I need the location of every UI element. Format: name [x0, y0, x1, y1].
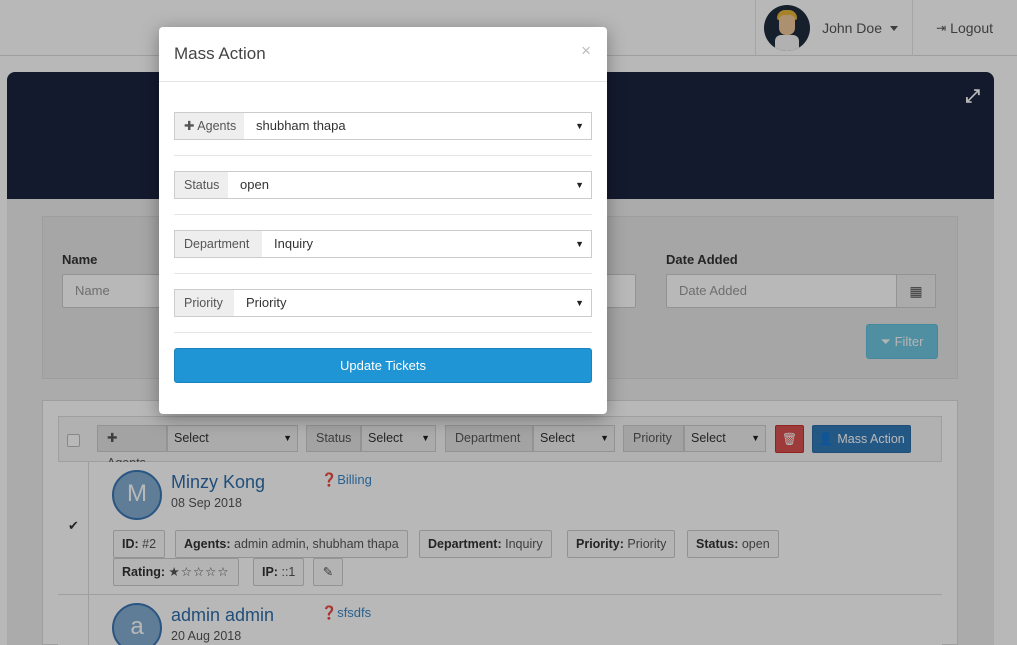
dropdown-arrow-icon: ▼: [575, 298, 584, 308]
dropdown-arrow-icon: ▼: [575, 239, 584, 249]
modal-agents-addon: ✚ Agents: [174, 112, 245, 140]
divider: [174, 214, 592, 215]
modal-priority-row: Priority Priority ▼: [174, 289, 592, 317]
modal-department-value: Inquiry: [274, 236, 314, 251]
modal-agents-select[interactable]: shubham thapa ▼: [244, 112, 592, 140]
modal-agents-value: shubham thapa: [256, 118, 346, 133]
modal-priority-select[interactable]: Priority ▼: [234, 289, 592, 317]
mass-action-modal: Mass Action × ✚ Agents shubham thapa ▼ S…: [159, 27, 607, 414]
modal-status-row: Status open ▼: [174, 171, 592, 199]
modal-department-select[interactable]: Inquiry ▼: [262, 230, 592, 258]
modal-header: Mass Action ×: [159, 27, 607, 82]
plus-icon: ✚: [184, 119, 195, 133]
modal-status-addon: Status: [174, 171, 229, 199]
modal-priority-value: Priority: [246, 295, 287, 310]
divider: [174, 332, 592, 333]
modal-priority-addon: Priority: [174, 289, 235, 317]
dropdown-arrow-icon: ▼: [575, 180, 584, 190]
modal-title: Mass Action: [174, 44, 266, 63]
divider: [174, 273, 592, 274]
divider: [174, 155, 592, 156]
dropdown-arrow-icon: ▼: [575, 121, 584, 131]
modal-status-value: open: [240, 177, 269, 192]
modal-agents-row: ✚ Agents shubham thapa ▼: [174, 112, 592, 140]
modal-agents-label: Agents: [197, 119, 237, 133]
modal-status-select[interactable]: open ▼: [228, 171, 592, 199]
close-icon[interactable]: ×: [581, 41, 591, 61]
modal-department-row: Department Inquiry ▼: [174, 230, 592, 258]
modal-department-addon: Department: [174, 230, 263, 258]
update-tickets-button[interactable]: Update Tickets: [174, 348, 592, 383]
